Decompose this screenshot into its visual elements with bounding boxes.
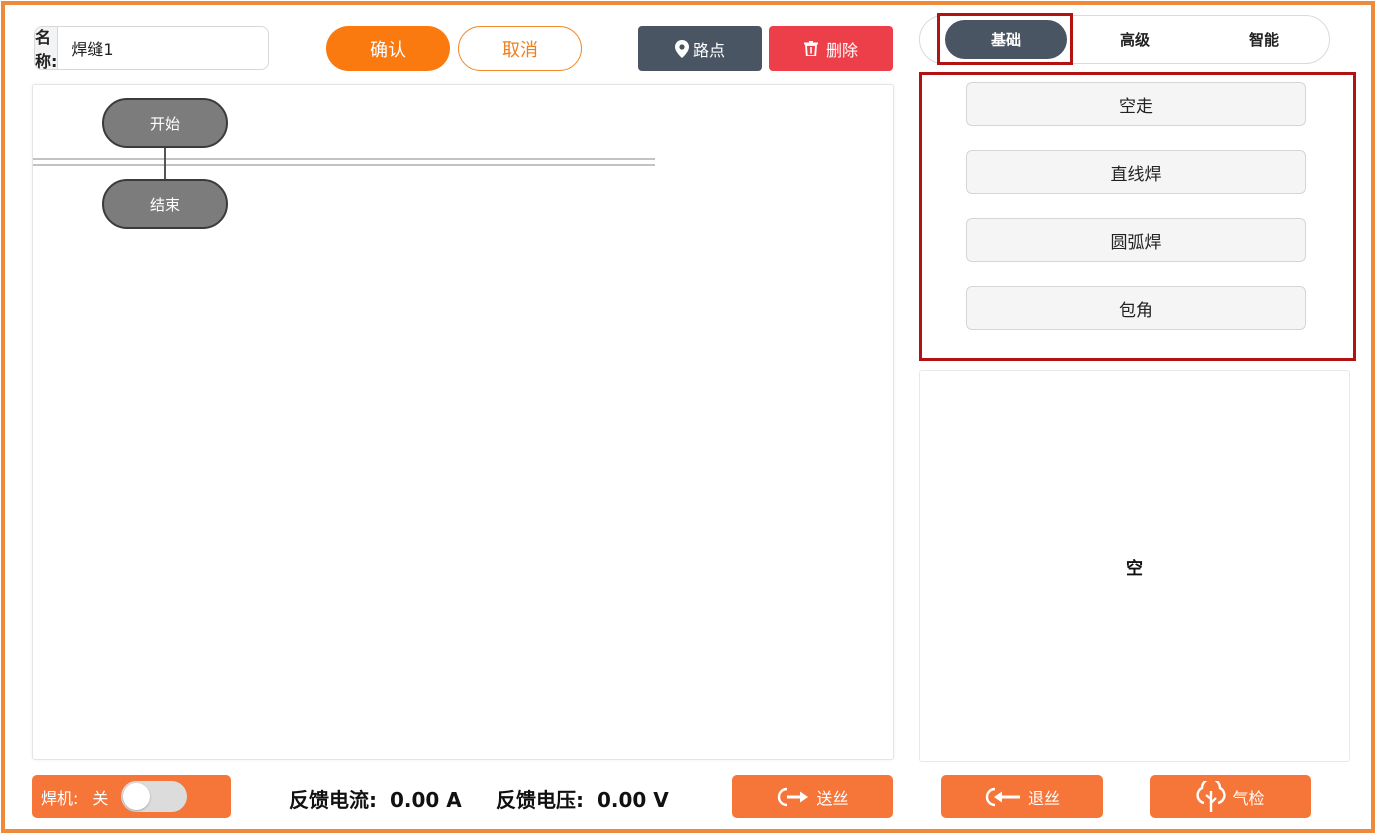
current-label: 反馈电流: [289,788,377,812]
name-label: 名称: [35,27,59,70]
delete-button[interactable]: 删除 [769,26,893,71]
toggle-knob [123,783,151,810]
tab-highlight-box [937,13,1073,65]
welder-state: 关 [92,788,109,808]
location-pin-icon [674,39,689,58]
op-button-arc-weld[interactable]: 圆弧焊 [966,218,1306,262]
current-value: 0.00 A [389,788,462,812]
wire-retract-label: 退丝 [1027,788,1060,808]
end-node[interactable]: 结束 [102,179,228,229]
voltage-value: 0.00 V [596,788,669,812]
detail-panel: 空 [919,370,1350,762]
voltage-feedback: 反馈电压: 0.00 V [496,784,669,813]
trash-icon [803,41,818,56]
basic-ops-panel: 空走 直线焊 圆弧焊 包角 [919,72,1356,361]
name-field: 名称: [34,26,269,70]
name-input[interactable] [58,27,268,69]
canvas-guide-line [33,164,655,166]
empty-text: 空 [1126,558,1143,579]
confirm-button[interactable]: 确认 [326,26,450,71]
tab-advanced[interactable]: 高级 [1074,20,1196,59]
wire-retract-button[interactable]: 退丝 [941,775,1103,818]
wire-feed-icon [776,786,810,808]
op-button-wrap-corner[interactable]: 包角 [966,286,1306,330]
gas-check-button[interactable]: 气检 [1150,775,1311,818]
gas-check-icon [1196,780,1227,813]
cancel-button[interactable]: 取消 [458,26,582,71]
wire-feed-label: 送丝 [816,788,849,808]
welder-control: 焊机: 关 [32,775,231,818]
gas-check-label: 气检 [1232,788,1265,808]
current-feedback: 反馈电流: 0.00 A [289,784,462,813]
waypoint-button[interactable]: 路点 [638,26,762,71]
tab-smart[interactable]: 智能 [1203,20,1325,59]
voltage-label: 反馈电压: [496,788,584,812]
canvas-guide-line [33,158,655,160]
op-button-air-move[interactable]: 空走 [966,82,1306,126]
wire-retract-icon [984,786,1022,808]
flow-connector [164,146,166,180]
welder-toggle[interactable] [121,781,188,812]
waypoint-label: 路点 [692,40,725,60]
op-button-line-weld[interactable]: 直线焊 [966,150,1306,194]
start-node[interactable]: 开始 [102,98,228,148]
welder-label: 焊机: [41,788,79,808]
flow-canvas[interactable]: 开始 结束 [32,84,894,760]
wire-feed-button[interactable]: 送丝 [732,775,893,818]
delete-label: 删除 [825,40,858,60]
